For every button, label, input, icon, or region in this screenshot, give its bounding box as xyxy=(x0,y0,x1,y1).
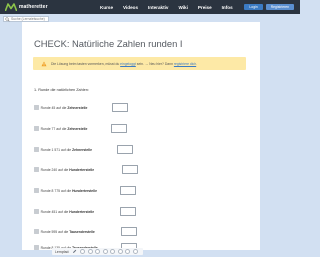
section-title: 1. Runde die natürlichen Zahlen: xyxy=(34,88,89,92)
search-input[interactable]: Suche (Lernzielsuche) xyxy=(11,17,45,21)
answer-input[interactable] xyxy=(122,165,138,174)
logo-mark-icon xyxy=(5,3,17,11)
register-link[interactable]: registriere dich xyxy=(174,62,196,66)
step-dot[interactable] xyxy=(80,249,86,254)
login-alert: Die Lösung beim tasten vormerken, müsst … xyxy=(33,57,246,70)
answer-input[interactable] xyxy=(121,227,137,236)
nav-item-kurse[interactable]: Kurse xyxy=(100,5,113,10)
nav-item-infos[interactable]: Infos xyxy=(222,5,233,10)
task-check-icon xyxy=(34,188,39,193)
answer-input[interactable] xyxy=(117,145,133,154)
task-row: Runde 240 auf die Hunderterstelle xyxy=(34,165,94,174)
nav-item-interaktiv[interactable]: Interaktiv xyxy=(148,5,168,10)
auth-buttons: Login Registrieren xyxy=(244,3,294,10)
nav-item-videos[interactable]: Videos xyxy=(123,5,138,10)
task-check-icon xyxy=(34,126,39,131)
learning-path-bar: Lernpfad: xyxy=(52,248,144,255)
task-text: Runde 451 auf die Hunderterstelle xyxy=(40,209,95,214)
task-row: Runde 595 auf die Tausenderstelle xyxy=(34,227,95,236)
task-check-icon xyxy=(34,147,39,152)
register-button[interactable]: Registrieren xyxy=(265,3,294,10)
step-dot[interactable] xyxy=(125,249,131,254)
top-navigation-bar: matheretter Kurse Videos Interaktiv Wiki… xyxy=(0,0,300,14)
task-row: Runde 8 775 auf die Hunderterstelle xyxy=(34,186,97,195)
task-check-icon xyxy=(34,105,39,110)
task-text: Runde 595 auf die Tausenderstelle xyxy=(40,229,95,234)
login-link[interactable]: eingeloggt xyxy=(120,62,136,66)
page-title: CHECK: Natürliche Zahlen runden I xyxy=(34,38,183,49)
answer-input[interactable] xyxy=(120,207,136,216)
task-check-icon xyxy=(34,229,39,234)
step-dot[interactable] xyxy=(102,249,108,254)
step-dot[interactable] xyxy=(132,249,138,254)
task-text: Runde 77 auf die Zehnerstelle xyxy=(40,126,88,131)
answer-input[interactable] xyxy=(112,103,128,112)
task-row: Runde 451 auf die Hunderterstelle xyxy=(34,207,94,216)
task-text: Runde 240 auf die Hunderterstelle xyxy=(40,167,95,172)
task-text: Runde 1 571 auf die Zehnerstelle xyxy=(40,147,93,152)
nav-item-preise[interactable]: Preise xyxy=(198,5,212,10)
task-row: Runde 77 auf die Zehnerstelle xyxy=(34,124,87,133)
brand-logo[interactable]: matheretter xyxy=(5,2,48,12)
alert-text: Die Lösung beim tasten vormerken, müsst … xyxy=(51,61,198,66)
search-icon xyxy=(5,16,10,21)
step-dot[interactable] xyxy=(110,249,116,254)
task-text: Runde 45 auf die Zehnerstelle xyxy=(40,105,88,110)
step-dot[interactable] xyxy=(87,249,93,254)
answer-input[interactable] xyxy=(111,124,127,133)
task-text: Runde 8 775 auf die Hunderterstelle xyxy=(40,188,97,193)
step-dot[interactable] xyxy=(117,249,123,254)
pen-icon[interactable] xyxy=(72,249,77,254)
answer-input[interactable] xyxy=(120,186,136,195)
task-check-icon xyxy=(34,167,39,172)
task-check-icon xyxy=(34,209,39,214)
nav-item-wiki[interactable]: Wiki xyxy=(178,5,187,10)
brand-name: matheretter xyxy=(19,4,48,10)
step-dot[interactable] xyxy=(95,249,101,254)
warning-icon xyxy=(41,61,47,66)
login-button[interactable]: Login xyxy=(244,3,263,10)
learning-path-label: Lernpfad: xyxy=(55,249,70,254)
task-row: Runde 1 571 auf die Zehnerstelle xyxy=(34,145,92,154)
main-nav: Kurse Videos Interaktiv Wiki Preise Info… xyxy=(100,0,243,14)
exercise-card: CHECK: Natürliche Zahlen runden I Die Lö… xyxy=(22,22,260,250)
task-check-icon xyxy=(34,245,39,250)
task-row: Runde 45 auf die Zehnerstelle xyxy=(34,103,87,112)
